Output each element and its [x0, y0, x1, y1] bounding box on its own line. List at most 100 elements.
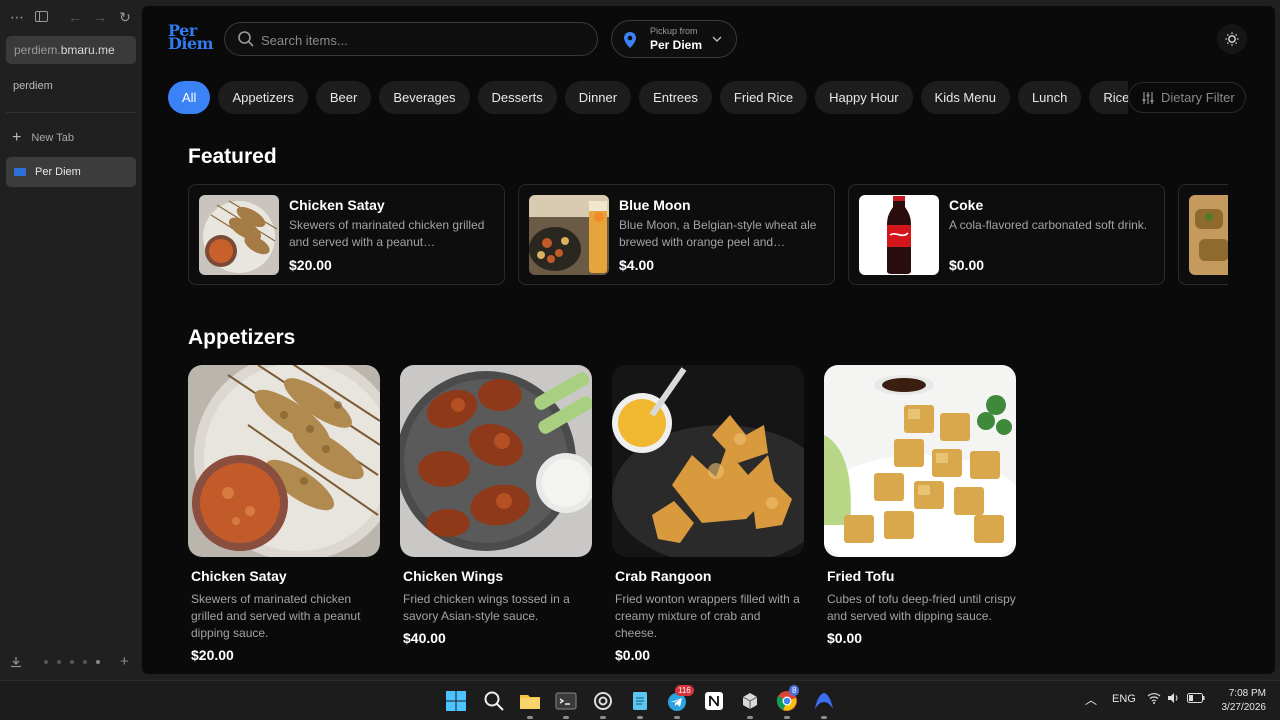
category-chip-rice-dishes[interactable]: Rice Di	[1089, 81, 1128, 114]
featured-card[interactable]: Chicken Satay Skewers of marinated chick…	[188, 184, 505, 285]
menu-item-desc: Cubes of tofu deep-fried until crispy an…	[827, 592, 1016, 623]
running-indicator	[637, 716, 643, 719]
menu-item-price: $0.00	[615, 647, 651, 663]
running-indicator	[747, 716, 753, 719]
url-host-prefix: perdiem.	[14, 43, 61, 57]
filter-icon	[1142, 92, 1154, 104]
sidebar-toggle-icon[interactable]	[32, 8, 50, 26]
space-switcher[interactable]	[44, 660, 100, 664]
featured-desc: Blue Moon, a Belgian-style wheat ale bre…	[619, 218, 817, 249]
file-explorer-icon[interactable]	[518, 689, 542, 713]
running-indicator	[674, 716, 680, 719]
new-tab-button[interactable]: + New Tab	[12, 130, 74, 146]
volume-icon[interactable]	[1166, 691, 1180, 708]
language-indicator[interactable]: ENG	[1112, 693, 1136, 705]
new-tab-label: New Tab	[31, 132, 74, 144]
browser-toolbar: ⋯ ← → ↻	[8, 8, 132, 28]
back-icon[interactable]: ←	[66, 8, 84, 26]
space-dot[interactable]	[70, 660, 74, 664]
menu-item-card[interactable]: Chicken Satay Skewers of marinated chick…	[188, 365, 380, 663]
notepad-icon[interactable]	[628, 689, 652, 713]
category-chip-appetizers[interactable]: Appetizers	[218, 81, 308, 114]
featured-card[interactable]: Coke A cola-flavored carbonated soft dri…	[848, 184, 1165, 285]
theme-toggle-button[interactable]	[1217, 24, 1247, 54]
app-circle-icon[interactable]	[591, 689, 615, 713]
add-space-icon[interactable]: +	[120, 653, 129, 670]
chevron-up-icon[interactable]: ︿	[1085, 691, 1097, 708]
category-chip-happy-hour[interactable]: Happy Hour	[815, 81, 913, 114]
appetizers-heading: Appetizers	[188, 326, 296, 349]
menu-item-image-chicken-wings	[400, 365, 592, 557]
menu-item-title: Chicken Satay	[191, 568, 287, 584]
menu-item-title: Crab Rangoon	[615, 568, 712, 584]
cube-app-icon[interactable]	[738, 689, 762, 713]
tab-label: Per Diem	[35, 166, 81, 178]
featured-image-blue-moon	[529, 195, 609, 275]
featured-image-coke	[859, 195, 939, 275]
featured-price: $20.00	[289, 257, 332, 273]
menu-item-card[interactable]: Fried Tofu Cubes of tofu deep-fried unti…	[824, 365, 1016, 646]
logo[interactable]: Per Diem	[168, 23, 214, 52]
running-indicator	[563, 716, 569, 719]
menu-item-card[interactable]: Chicken Wings Fried chicken wings tossed…	[400, 365, 592, 646]
windows-start-icon[interactable]	[444, 689, 468, 713]
category-chip-desserts[interactable]: Desserts	[477, 81, 557, 114]
menu-item-image-crab-rangoon	[612, 365, 804, 557]
notion-icon[interactable]	[702, 689, 726, 713]
location-pin-icon	[624, 32, 636, 48]
taskbar: 116 8 ︿ ENG 7:08 PM 3/27/2026	[0, 680, 1280, 720]
search-icon	[238, 31, 254, 47]
featured-carousel: Chicken Satay Skewers of marinated chick…	[188, 184, 1228, 286]
dietary-filter-button[interactable]: Dietary Filter	[1128, 82, 1246, 113]
space-dot[interactable]	[57, 660, 61, 664]
featured-desc: Skewers of marinated chicken grilled and…	[289, 218, 485, 249]
menu-item-title: Fried Tofu	[827, 568, 895, 584]
search-icon[interactable]	[482, 689, 506, 713]
space-dot-active[interactable]	[96, 660, 100, 664]
pickup-location-selector[interactable]: Pickup from Per Diem	[611, 20, 737, 58]
category-chip-beverages[interactable]: Beverages	[379, 81, 470, 114]
reload-icon[interactable]: ↻	[116, 8, 134, 26]
browser-sidebar: ⋯ ← → ↻ perdiem.bmaru.me perdiem + New T…	[0, 0, 142, 680]
menu-item-price: $20.00	[191, 647, 234, 663]
menu-item-image-fried-tofu	[824, 365, 1016, 557]
space-dot[interactable]	[44, 660, 48, 664]
browser-app-icon[interactable]	[812, 689, 836, 713]
category-chip-all[interactable]: All	[168, 81, 211, 114]
wifi-icon[interactable]	[1147, 691, 1161, 708]
category-chip-kids-menu[interactable]: Kids Menu	[920, 81, 1010, 114]
telegram-badge: 116	[675, 685, 694, 696]
search-bar[interactable]	[224, 22, 598, 56]
running-indicator	[600, 716, 606, 719]
forward-icon[interactable]: →	[91, 8, 109, 26]
battery-icon[interactable]	[1187, 693, 1205, 706]
category-chip-entrees[interactable]: Entrees	[639, 81, 712, 114]
tab-per-diem[interactable]: Per Diem	[6, 157, 136, 187]
featured-card-partial[interactable]	[1178, 184, 1228, 285]
menu-item-card[interactable]: Crab Rangoon Fried wonton wrappers fille…	[612, 365, 804, 663]
category-chip-dinner[interactable]: Dinner	[564, 81, 632, 114]
system-clock[interactable]: 7:08 PM 3/27/2026	[1212, 687, 1267, 715]
running-indicator	[821, 716, 827, 719]
terminal-icon[interactable]	[554, 689, 578, 713]
menu-item-image-chicken-satay	[188, 365, 380, 557]
url-bar[interactable]: perdiem.bmaru.me	[6, 36, 136, 64]
tab-section-label: perdiem	[13, 80, 53, 92]
menu-item-price: $40.00	[403, 630, 446, 646]
category-chip-lunch[interactable]: Lunch	[1017, 81, 1082, 114]
menu-item-title: Chicken Wings	[403, 568, 504, 584]
category-chip-fried-rice[interactable]: Fried Rice	[719, 81, 808, 114]
pickup-location: Per Diem	[650, 38, 703, 52]
search-input[interactable]	[261, 30, 581, 50]
web-page: Per Diem Pickup from Per Diem AllAppetiz…	[142, 6, 1275, 674]
featured-desc: A cola-flavored carbonated soft drink.	[949, 218, 1148, 232]
featured-card[interactable]: Blue Moon Blue Moon, a Belgian-style whe…	[518, 184, 835, 285]
more-icon[interactable]: ⋯	[8, 8, 26, 26]
featured-price: $4.00	[619, 257, 655, 273]
space-dot[interactable]	[83, 660, 87, 664]
telegram-icon[interactable]: 116	[665, 685, 694, 713]
chrome-icon[interactable]: 8	[775, 685, 800, 713]
category-chip-beer[interactable]: Beer	[315, 81, 372, 114]
sidebar-divider	[6, 112, 136, 113]
download-icon[interactable]	[10, 656, 22, 671]
